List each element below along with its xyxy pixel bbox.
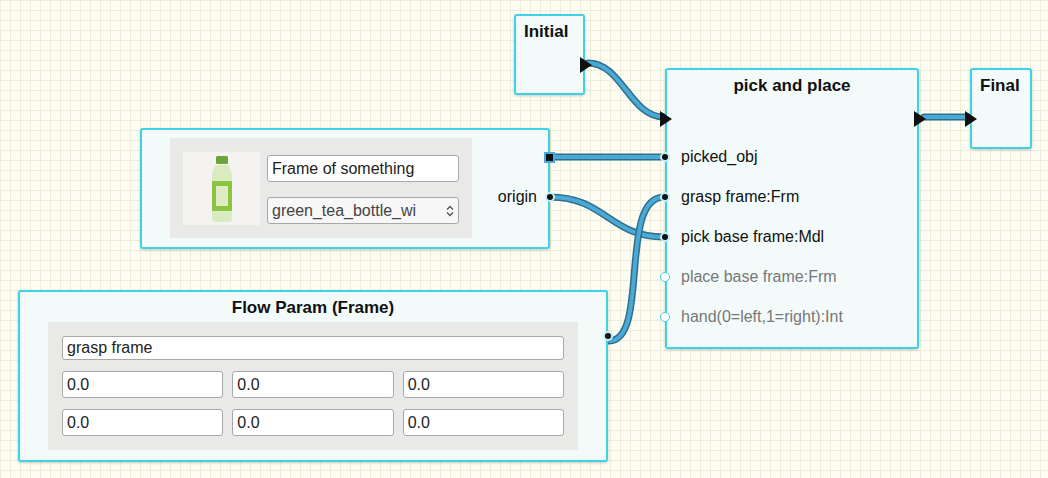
- edge: [609, 197, 664, 341]
- bottle-icon: [205, 155, 239, 223]
- output-port[interactable]: origin: [498, 187, 555, 207]
- value-field[interactable]: [62, 371, 223, 398]
- value-field[interactable]: [232, 371, 393, 398]
- value-field[interactable]: [403, 409, 564, 436]
- initial-node[interactable]: Initial: [514, 14, 585, 95]
- port-label: picked_obj: [681, 148, 758, 166]
- node-title: Flow Param (Frame): [20, 292, 606, 318]
- spinner-icon: [446, 205, 454, 217]
- port-dot[interactable]: [660, 232, 670, 242]
- port-label: place base frame:Frm: [681, 268, 837, 286]
- port-label: origin: [498, 187, 537, 207]
- port-label: grasp frame:Frm: [681, 188, 799, 206]
- model-select[interactable]: green_tea_bottle_wi: [267, 197, 459, 224]
- port-dot[interactable]: [660, 192, 670, 202]
- value-grid: [62, 371, 564, 436]
- param-name-field[interactable]: [62, 336, 564, 360]
- port-dot[interactable]: [660, 152, 670, 162]
- edge: [588, 63, 664, 117]
- port-dot[interactable]: [545, 192, 555, 202]
- port-label: pick base frame:Mdl: [681, 228, 824, 246]
- pick-and-place-node[interactable]: pick and placepicked_objgrasp frame:Frmp…: [665, 68, 919, 349]
- node-title: pick and place: [667, 70, 917, 96]
- object-thumbnail: [183, 152, 260, 225]
- port-list: picked_objgrasp frame:Frm pick base frame…: [667, 137, 917, 337]
- input-port[interactable]: hand(0=left,1=right):Int: [667, 297, 917, 337]
- node-title: Final: [972, 70, 1030, 96]
- value-field[interactable]: [62, 409, 223, 436]
- input-port[interactable]: picked_obj: [667, 137, 917, 177]
- port-dot[interactable]: [603, 331, 613, 341]
- edge: [924, 117, 968, 118]
- input-port[interactable]: place base frame:Frm: [667, 257, 917, 297]
- flow-in-icon[interactable]: [965, 111, 977, 127]
- graph-canvas[interactable]: Initial pick and place picked_objgrasp fra…: [0, 0, 1048, 478]
- port-dot[interactable]: [660, 312, 670, 322]
- port-label: hand(0=left,1=right):Int: [681, 308, 843, 326]
- output-port[interactable]: [603, 331, 613, 341]
- value-field[interactable]: [232, 409, 393, 436]
- field-column: green_tea_bottle_wi: [267, 152, 459, 224]
- final-node[interactable]: Final: [970, 68, 1032, 149]
- flow-in-icon[interactable]: [660, 111, 672, 127]
- flow-param-node[interactable]: Flow Param (Frame): [18, 290, 608, 462]
- param-panel: [48, 322, 578, 450]
- object-panel: green_tea_bottle_wi: [170, 138, 472, 238]
- input-port[interactable]: grasp frame:Frm: [667, 177, 917, 217]
- object-output-pin[interactable]: [544, 152, 555, 163]
- input-port[interactable]: pick base frame:Mdl: [667, 217, 917, 257]
- flow-out-icon[interactable]: [914, 111, 926, 127]
- value-field[interactable]: [403, 371, 564, 398]
- port-dot[interactable]: [660, 272, 670, 282]
- name-field[interactable]: [267, 155, 459, 182]
- edge: [552, 157, 664, 158]
- flow-out-icon[interactable]: [580, 57, 592, 73]
- node-title: Initial: [516, 16, 583, 42]
- object-node[interactable]: green_tea_bottle_wi origin: [140, 128, 550, 249]
